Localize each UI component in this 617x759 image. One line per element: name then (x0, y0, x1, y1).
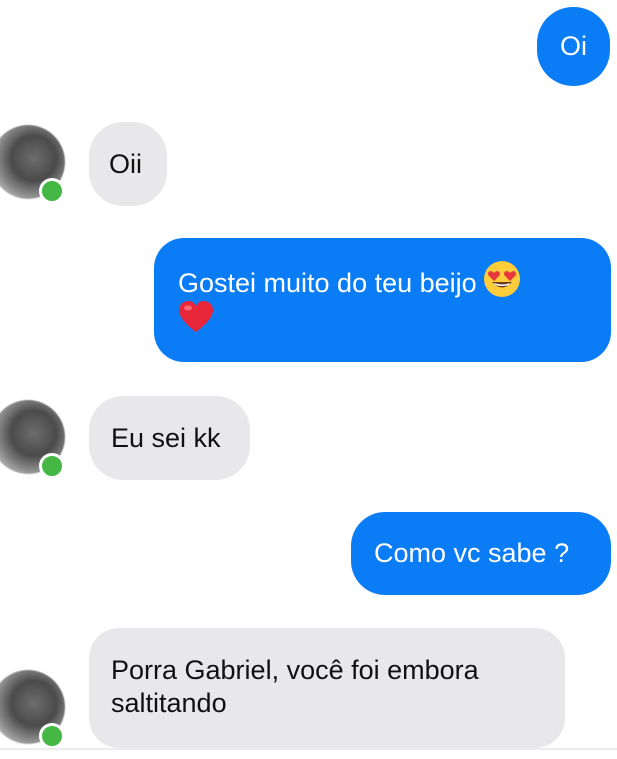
online-status-indicator (39, 453, 65, 479)
divider (0, 748, 617, 750)
message-bubble-incoming[interactable]: Porra Gabriel, você foi embora saltitand… (89, 628, 565, 748)
message-bubble-outgoing[interactable]: Oi (537, 7, 610, 86)
message-text: Oii (109, 148, 142, 179)
chat-thread: Oi Oii Gostei muito do teu beijo Eu sei … (0, 0, 617, 759)
message-bubble-outgoing[interactable]: Como vc sabe ? (351, 512, 611, 595)
red-heart-emoji (178, 300, 214, 334)
message-text-line2: saltitando (111, 688, 227, 718)
message-bubble-incoming[interactable]: Eu sei kk (89, 396, 250, 480)
online-status-indicator (39, 723, 65, 749)
message-content: Porra Gabriel, você foi embora saltitand… (111, 654, 479, 720)
message-text: Porra Gabriel, você foi embora (111, 655, 479, 685)
message-text: Gostei muito do teu beijo (178, 268, 477, 298)
heart-eyes-emoji (483, 260, 521, 298)
online-status-indicator (39, 178, 65, 204)
message-bubble-incoming[interactable]: Oii (89, 122, 167, 206)
message-bubble-outgoing[interactable]: Gostei muito do teu beijo (154, 238, 611, 362)
message-content: Gostei muito do teu beijo (178, 260, 521, 336)
message-text: Como vc sabe ? (374, 538, 570, 568)
message-text: Oi (560, 31, 587, 61)
message-text: Eu sei kk (111, 422, 221, 453)
